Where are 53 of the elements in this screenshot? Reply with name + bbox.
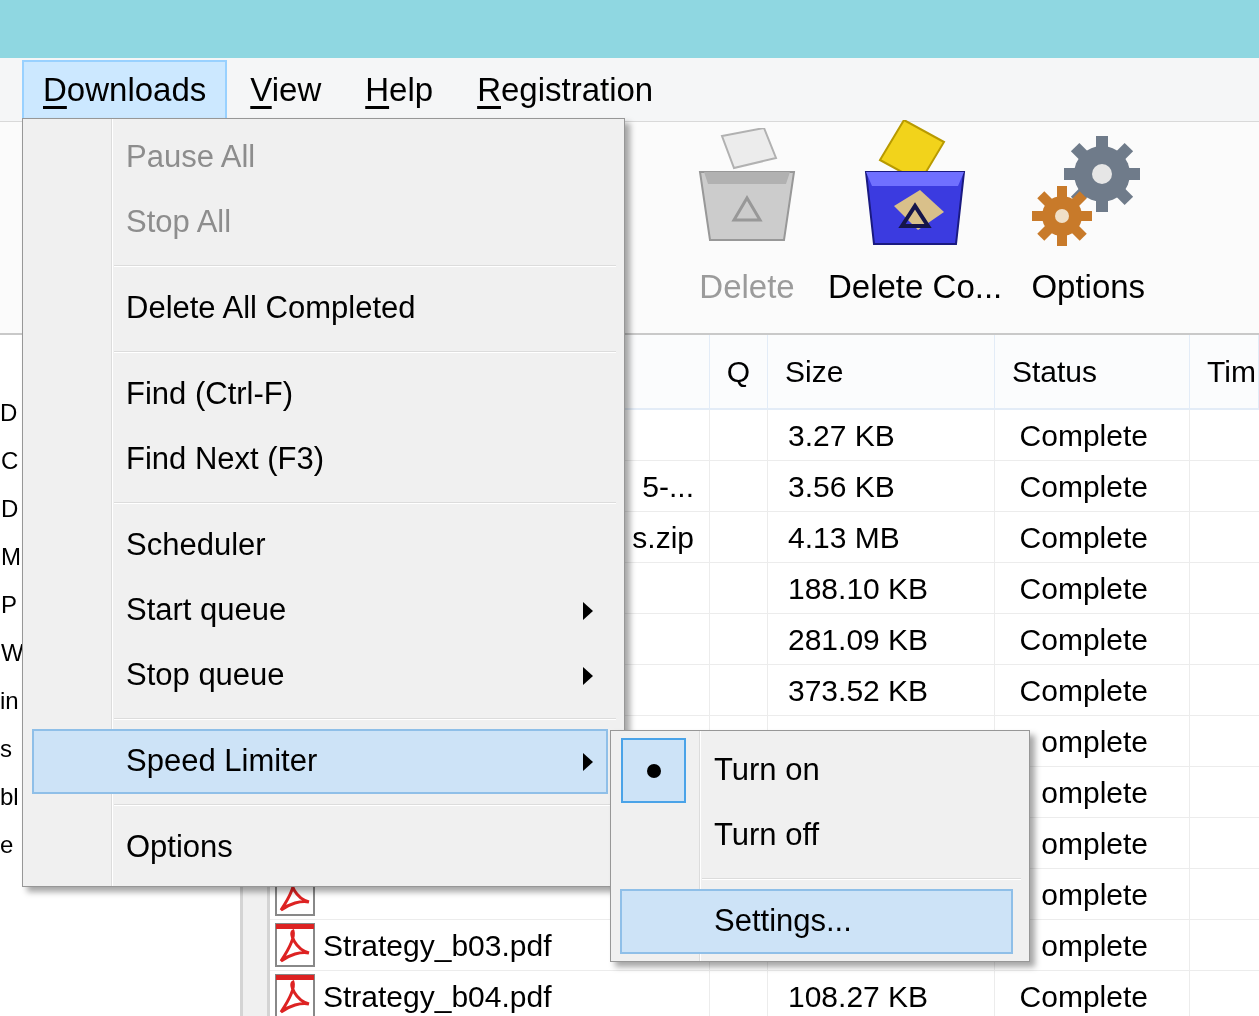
pdf-icon xyxy=(275,923,315,967)
menu-item[interactable]: Speed Limiter xyxy=(32,729,608,794)
menu-item[interactable]: Help xyxy=(344,59,455,120)
bullet-icon xyxy=(646,763,661,778)
table-row[interactable]: Strategy_b04.pdf 108.27 KB Complete xyxy=(270,971,1259,1016)
column-header[interactable]: Status xyxy=(995,335,1190,408)
menu-item[interactable]: Turn off xyxy=(620,803,1013,868)
tree-item[interactable]: e xyxy=(0,827,14,863)
file-status: omplete xyxy=(1041,927,1148,964)
file-size: 188.10 KB xyxy=(788,570,929,607)
toolbar-button[interactable]: Delete Co... xyxy=(814,122,1017,333)
file-size: 108.27 KB xyxy=(788,978,929,1015)
file-size: 281.09 KB xyxy=(788,621,929,658)
tree-item[interactable]: W xyxy=(1,635,24,671)
menu-item[interactable]: Settings... xyxy=(620,889,1013,954)
file-status: Complete xyxy=(1019,417,1148,454)
toolbar-button[interactable]: Options xyxy=(1016,122,1161,333)
menu-item[interactable]: Delete All Completed xyxy=(32,276,608,341)
file-status: omplete xyxy=(1041,876,1148,913)
tree-item[interactable]: D xyxy=(1,491,19,527)
radio-check[interactable] xyxy=(621,738,686,803)
menu-item[interactable]: View xyxy=(229,59,343,120)
file-status: Complete xyxy=(1019,621,1148,658)
tree-item[interactable]: C xyxy=(1,443,19,479)
file-status: Complete xyxy=(1019,519,1148,556)
file-status: Complete xyxy=(1019,978,1148,1015)
file-name: s.zip xyxy=(632,519,694,556)
column-header[interactable]: Size xyxy=(768,335,995,408)
file-name: Strategy_b04.pdf xyxy=(323,978,552,1015)
file-size: 3.56 KB xyxy=(788,468,895,505)
tree-item[interactable]: P xyxy=(1,587,17,623)
file-status: omplete xyxy=(1041,774,1148,811)
file-status: Complete xyxy=(1019,468,1148,505)
file-size: 4.13 MB xyxy=(788,519,900,556)
file-status: Complete xyxy=(1019,570,1148,607)
file-status: Complete xyxy=(1019,672,1148,709)
tree-item[interactable]: s xyxy=(0,731,12,767)
menu-item[interactable]: Registration xyxy=(456,59,675,120)
file-status: omplete xyxy=(1041,723,1148,760)
column-header[interactable]: Tim xyxy=(1190,335,1259,408)
file-name: Strategy_b03.pdf xyxy=(323,927,552,964)
menu-item[interactable]: Options xyxy=(32,815,608,880)
tree-item[interactable]: bl xyxy=(0,779,19,815)
column-header[interactable]: Q xyxy=(710,335,768,408)
file-size: 3.27 KB xyxy=(788,417,895,454)
tree-item[interactable]: M xyxy=(1,539,21,575)
tree-item[interactable]: D xyxy=(0,395,18,431)
file-name: 5-... xyxy=(642,468,694,505)
file-status: omplete xyxy=(1041,825,1148,862)
file-size: 373.52 KB xyxy=(788,672,929,709)
menu-item[interactable]: Downloads xyxy=(22,59,228,120)
tree-item[interactable]: in xyxy=(0,683,19,719)
menu-item[interactable]: Turn on xyxy=(620,738,1013,803)
